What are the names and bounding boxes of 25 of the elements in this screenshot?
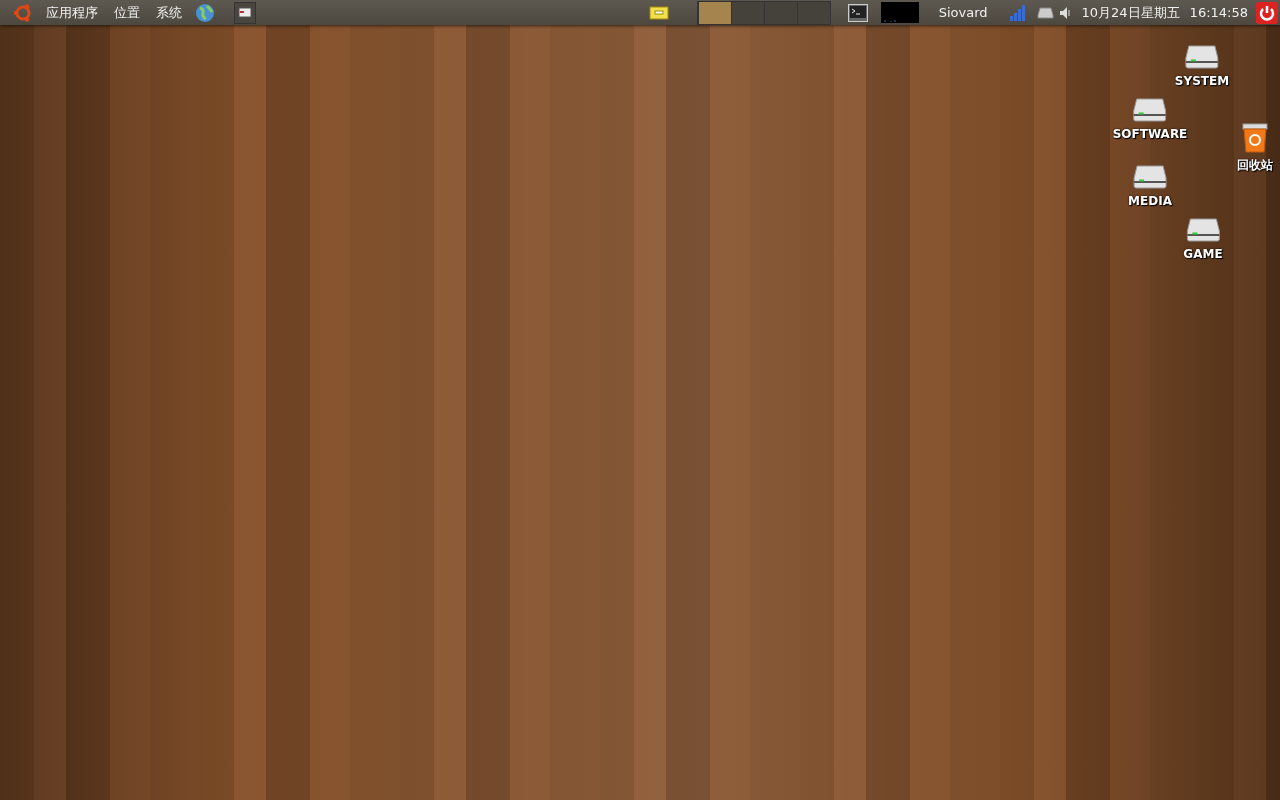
workspace[interactable] [697, 1, 731, 24]
workspace[interactable] [730, 1, 764, 24]
speaker-icon[interactable] [1058, 5, 1071, 20]
desktop-icon-label[interactable]: GAME [1183, 247, 1223, 261]
desktop-icon-label[interactable]: 回收站 [1237, 157, 1273, 174]
power-icon[interactable] [1256, 1, 1278, 24]
desktop-icon-label[interactable]: SOFTWARE [1112, 127, 1188, 141]
printer-icon[interactable] [1036, 6, 1054, 19]
desktop-icon-label[interactable]: SYSTEM [1174, 74, 1230, 88]
drive-icon [1133, 164, 1167, 190]
show-desktop-icon[interactable] [234, 1, 256, 24]
menu-item[interactable]: 系统 [148, 3, 190, 22]
user-name[interactable]: Siovard [932, 5, 994, 20]
drive-icon [1133, 97, 1167, 123]
globe-icon[interactable] [195, 2, 215, 23]
terminal-icon[interactable] [847, 3, 868, 22]
system-monitor-graph [880, 2, 919, 23]
menu-item[interactable]: 应用程序 [38, 3, 106, 22]
menu-item[interactable]: 位置 [106, 3, 148, 22]
clock-date[interactable]: 10月24日星期五 [1075, 3, 1184, 22]
recycle-bin-icon [1240, 123, 1270, 153]
drive-icon [1186, 217, 1220, 243]
drive-icon [1185, 44, 1219, 70]
desktop-icon-label[interactable]: MEDIA [1128, 194, 1172, 208]
clock-time[interactable]: 16:14:58 [1183, 5, 1254, 20]
